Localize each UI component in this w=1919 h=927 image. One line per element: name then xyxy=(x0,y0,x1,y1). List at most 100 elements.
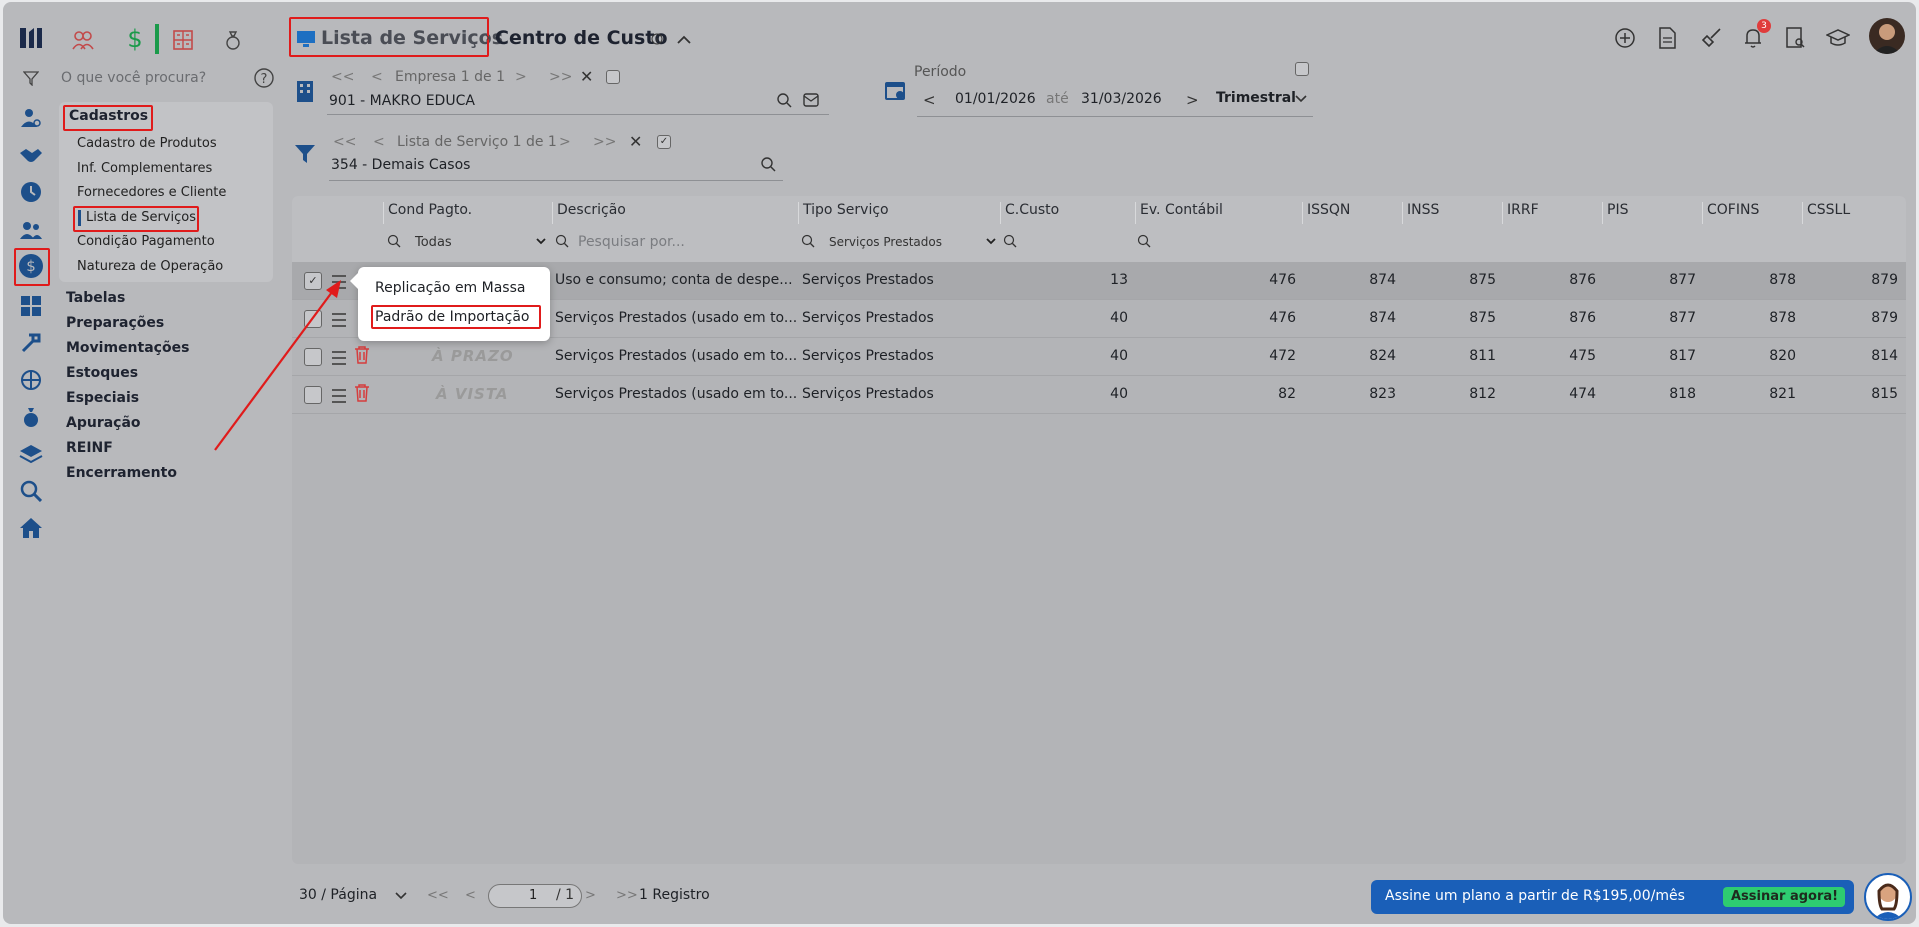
info-icon[interactable] xyxy=(650,32,664,46)
sidebar-section-especiais[interactable]: Especiais xyxy=(66,390,139,406)
periodo-end[interactable]: 31/03/2026 xyxy=(1081,91,1162,107)
breadcrumb-next[interactable]: Centro de Custo xyxy=(495,27,668,49)
graduation-cap-icon[interactable] xyxy=(1825,26,1851,50)
sidebar-section-movimentacoes[interactable]: Movimentações xyxy=(66,340,189,356)
periodo-mode-select[interactable]: Trimestral xyxy=(1216,90,1296,106)
descricao-filter-input[interactable]: Pesquisar por... xyxy=(578,234,685,250)
calendar-icon xyxy=(883,78,907,102)
table-row[interactable]: À VISTA Serviços Prestados (usado em to.… xyxy=(292,376,1906,414)
help-icon[interactable]: ? xyxy=(253,67,275,89)
sidebar-item-cadastro-produtos[interactable]: Cadastro de Produtos xyxy=(77,136,217,151)
empresa-last-button[interactable]: >> xyxy=(549,69,572,85)
layers-icon[interactable] xyxy=(19,442,43,466)
mail-icon[interactable] xyxy=(802,91,820,109)
document-icon[interactable] xyxy=(1655,26,1679,50)
search-input[interactable]: O que você procura? xyxy=(61,70,206,86)
filter-icon[interactable] xyxy=(21,68,41,88)
lista-prev-button[interactable]: < xyxy=(373,134,385,150)
sidebar-item-condicao-pagamento[interactable]: Condição Pagamento xyxy=(77,234,215,249)
empresa-checkbox[interactable] xyxy=(606,70,620,84)
broom-icon[interactable] xyxy=(1699,26,1723,50)
dollar-module-icon[interactable]: $ xyxy=(123,25,147,53)
sidebar-item-natureza-operacao[interactable]: Natureza de Operação xyxy=(77,259,223,274)
add-icon[interactable] xyxy=(1613,26,1637,50)
subscription-banner[interactable]: Assine um plano a partir de R$195,00/mês… xyxy=(1371,880,1854,914)
tipo-filter-chevron-icon[interactable] xyxy=(984,234,998,248)
clock-icon[interactable] xyxy=(19,180,43,204)
handshake-icon[interactable] xyxy=(19,144,43,168)
lista-checkbox[interactable]: ✓ xyxy=(657,135,671,149)
empresa-next-button[interactable]: > xyxy=(515,69,527,85)
col-header-inss[interactable]: INSS xyxy=(1407,202,1439,218)
network-icon[interactable] xyxy=(19,368,43,392)
trash-icon[interactable] xyxy=(354,346,370,368)
page-last-button[interactable]: >> xyxy=(616,888,638,903)
col-header-cofins[interactable]: COFINS xyxy=(1707,202,1759,218)
sidebar-section-apuracao[interactable]: Apuração xyxy=(66,415,141,431)
support-avatar[interactable] xyxy=(1864,873,1912,921)
sidebar-section-tabelas[interactable]: Tabelas xyxy=(66,290,125,306)
report-icon[interactable] xyxy=(1783,26,1807,50)
empresa-clear-icon[interactable]: ✕ xyxy=(580,67,593,86)
per-page-chevron-icon[interactable] xyxy=(393,888,409,904)
users-module-icon[interactable] xyxy=(71,28,95,52)
search-icon[interactable] xyxy=(19,479,43,503)
empresa-first-button[interactable]: << xyxy=(331,69,354,85)
row-irrf: 475 xyxy=(1569,348,1596,364)
calculator-module-icon[interactable] xyxy=(171,28,195,52)
col-header-tipo[interactable]: Tipo Serviço xyxy=(803,202,889,218)
cond-filter-chevron-icon[interactable] xyxy=(534,234,548,248)
empresa-prev-button[interactable]: < xyxy=(371,69,383,85)
lista-search-icon[interactable] xyxy=(759,155,777,173)
empresa-search-icon[interactable] xyxy=(775,91,793,109)
cond-filter-select[interactable]: Todas xyxy=(415,235,452,250)
sidebar-section-encerramento[interactable]: Encerramento xyxy=(66,465,177,481)
sidebar-section-reinf[interactable]: REINF xyxy=(66,440,113,456)
col-header-ev-contabil[interactable]: Ev. Contábil xyxy=(1140,202,1223,218)
tools-icon[interactable] xyxy=(19,331,43,355)
banner-cta-button[interactable]: Assinar agora! xyxy=(1723,887,1845,907)
sidebar-item-fornecedores[interactable]: Fornecedores e Cliente xyxy=(77,185,226,200)
calculator-icon[interactable] xyxy=(19,294,43,318)
col-header-cssll[interactable]: CSSLL xyxy=(1807,202,1850,218)
lista-clear-icon[interactable]: ✕ xyxy=(629,132,642,151)
per-page-select[interactable]: 30 / Página xyxy=(299,887,377,903)
chevron-up-icon[interactable] xyxy=(675,30,693,48)
money-bag-icon[interactable] xyxy=(221,28,245,52)
app-logo-icon[interactable] xyxy=(17,24,45,52)
col-header-ccusto[interactable]: C.Custo xyxy=(1005,202,1059,218)
page-first-button[interactable]: << xyxy=(427,888,449,903)
col-header-descricao[interactable]: Descrição xyxy=(557,202,626,218)
col-header-cond[interactable]: Cond Pagto. xyxy=(388,202,472,218)
periodo-start[interactable]: 01/01/2026 xyxy=(955,91,1036,107)
svg-text:?: ? xyxy=(261,72,268,87)
ccusto-filter-search-icon[interactable] xyxy=(1002,233,1018,249)
lista-next-button[interactable]: > xyxy=(559,134,571,150)
lista-first-button[interactable]: << xyxy=(333,134,356,150)
lista-last-button[interactable]: >> xyxy=(593,134,616,150)
page-next-button[interactable]: > xyxy=(585,888,596,903)
people-icon[interactable] xyxy=(19,218,43,242)
periodo-next-button[interactable]: > xyxy=(1186,91,1199,109)
trash-icon[interactable] xyxy=(354,384,370,406)
lista-value[interactable]: 354 - Demais Casos xyxy=(331,157,470,173)
ev-filter-search-icon[interactable] xyxy=(1136,233,1152,249)
sidebar-item-inf-complementares[interactable]: Inf. Complementares xyxy=(77,161,212,176)
periodo-prev-button[interactable]: < xyxy=(923,91,936,109)
sidebar-section-estoques[interactable]: Estoques xyxy=(66,365,138,381)
empresa-value[interactable]: 901 - MAKRO EDUCA xyxy=(329,93,475,109)
sidebar-section-preparacoes[interactable]: Preparações xyxy=(66,315,164,331)
chevron-down-icon[interactable] xyxy=(1293,91,1309,107)
col-header-issqn[interactable]: ISSQN xyxy=(1307,202,1350,218)
moneybag-icon[interactable] xyxy=(19,405,43,429)
menu-item-replicacao[interactable]: Replicação em Massa xyxy=(375,280,525,296)
tipo-filter-select[interactable]: Serviços Prestados xyxy=(829,235,942,249)
user-settings-icon[interactable] xyxy=(19,106,43,130)
col-header-irrf[interactable]: IRRF xyxy=(1507,202,1539,218)
periodo-checkbox[interactable] xyxy=(1295,62,1309,76)
col-header-pis[interactable]: PIS xyxy=(1607,202,1628,218)
user-avatar[interactable] xyxy=(1869,18,1905,54)
page-prev-button[interactable]: < xyxy=(465,888,476,903)
table-row[interactable]: À PRAZO Serviços Prestados (usado em to.… xyxy=(292,338,1906,376)
home-icon[interactable] xyxy=(19,516,43,540)
